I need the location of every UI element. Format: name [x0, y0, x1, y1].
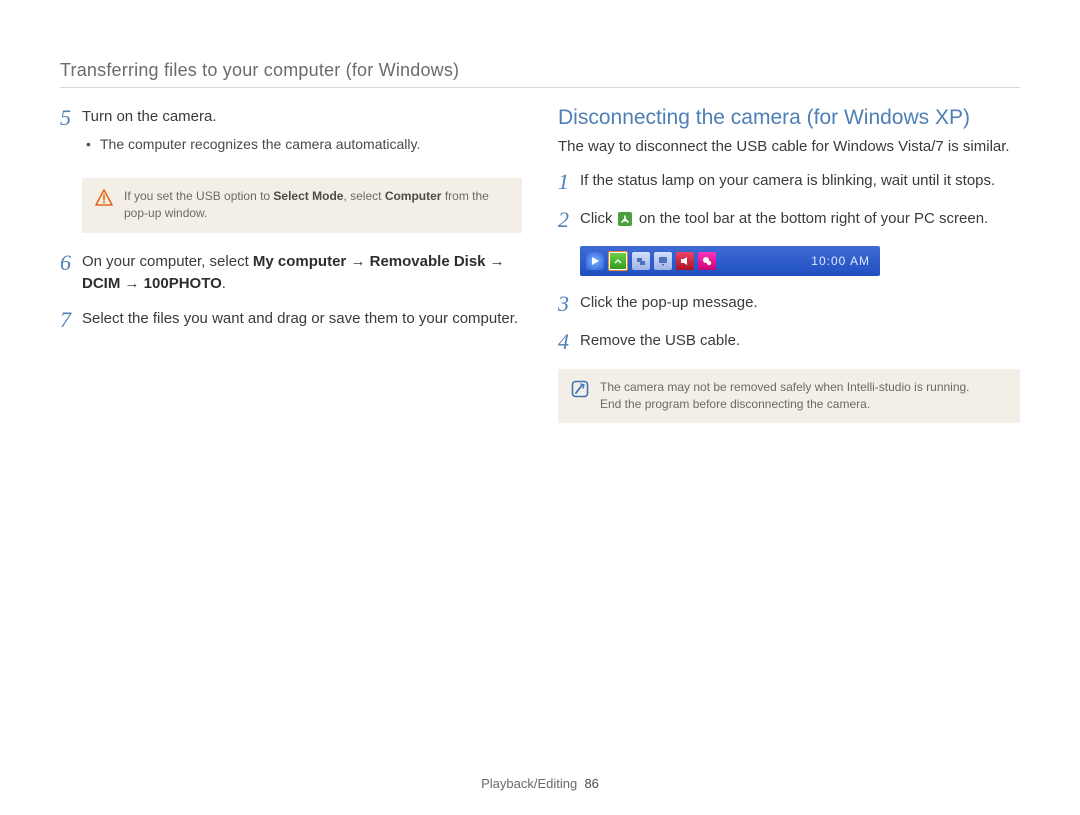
subsection-intro: The way to disconnect the USB cable for …	[558, 136, 1020, 158]
step-text: On your computer, select My computer → R…	[82, 251, 522, 295]
step-number: 1	[558, 170, 580, 194]
step-number: 6	[60, 251, 82, 275]
tray-misc-icon	[698, 252, 716, 270]
step-6-prefix: On your computer, select	[82, 253, 253, 270]
right-column: Disconnecting the camera (for Windows XP…	[558, 106, 1020, 441]
step-6-arrow-2: →	[486, 253, 505, 270]
step-5-bullet: The computer recognizes the camera autom…	[100, 134, 420, 154]
step-6-arrow-3: →	[120, 275, 143, 292]
step-text: Remove the USB cable.	[580, 330, 740, 352]
section-title: Transferring files to your computer (for…	[60, 60, 1020, 88]
step-7: 7 Select the files you want and drag or …	[60, 308, 522, 332]
step-3: 3 Click the pop-up message.	[558, 292, 1020, 316]
step-number: 5	[60, 106, 82, 130]
step-6-bold-1: My computer	[253, 253, 346, 270]
step-text: Select the files you want and drag or sa…	[82, 308, 518, 330]
tray-safely-remove-icon	[608, 251, 628, 271]
windows-taskbar-illustration: 10:00 AM	[580, 246, 880, 276]
taskbar-clock: 10:00 AM	[811, 254, 874, 268]
caution-mid: , select	[343, 189, 384, 203]
step-6-bold-4: 100PHOTO	[144, 275, 222, 292]
step-4: 4 Remove the USB cable.	[558, 330, 1020, 354]
tray-volume-icon	[676, 252, 694, 270]
step-6-bold-3: DCIM	[82, 275, 120, 292]
info-text: The camera may not be removed safely whe…	[600, 379, 970, 414]
step-text: If the status lamp on your camera is bli…	[580, 170, 995, 192]
step-2: 2 Click on the tool bar at the bottom ri…	[558, 208, 1020, 232]
caution-prefix: If you set the USB option to	[124, 189, 273, 203]
step-6-arrow-1: →	[346, 253, 369, 270]
step-number: 4	[558, 330, 580, 354]
tray-display-icon	[654, 252, 672, 270]
step-number: 2	[558, 208, 580, 232]
step-5-text: Turn on the camera.	[82, 108, 217, 125]
footer-section: Playback/Editing	[481, 776, 577, 791]
subsection-heading: Disconnecting the camera (for Windows XP…	[558, 106, 1020, 130]
safely-remove-hardware-icon	[617, 211, 635, 227]
step-text: Click the pop-up message.	[580, 292, 758, 314]
step-text: Turn on the camera. The computer recogni…	[82, 106, 420, 164]
step-6-bold-2: Removable Disk	[370, 253, 486, 270]
caution-icon	[94, 188, 114, 208]
caution-bold-1: Select Mode	[273, 189, 343, 203]
tray-start-icon	[586, 252, 604, 270]
step-number: 3	[558, 292, 580, 316]
info-note: The camera may not be removed safely whe…	[558, 369, 1020, 424]
step-text: Click on the tool bar at the bottom righ…	[580, 208, 988, 230]
info-icon	[570, 379, 590, 399]
caution-text: If you set the USB option to Select Mode…	[124, 188, 510, 223]
page-footer: Playback/Editing 86	[0, 776, 1080, 791]
tray-network-icon	[632, 252, 650, 270]
manual-page: Transferring files to your computer (for…	[0, 0, 1080, 815]
two-column-layout: 5 Turn on the camera. The computer recog…	[60, 106, 1020, 441]
step-1: 1 If the status lamp on your camera is b…	[558, 170, 1020, 194]
step-6: 6 On your computer, select My computer →…	[60, 251, 522, 295]
footer-page-number: 86	[584, 776, 598, 791]
info-line-1: The camera may not be removed safely whe…	[600, 380, 970, 394]
step-number: 7	[60, 308, 82, 332]
step-2-prefix: Click	[580, 210, 617, 227]
step-5-sublist: The computer recognizes the camera autom…	[82, 134, 420, 154]
left-column: 5 Turn on the camera. The computer recog…	[60, 106, 522, 441]
caution-note: If you set the USB option to Select Mode…	[82, 178, 522, 233]
step-6-period: .	[222, 275, 226, 292]
info-line-2: End the program before disconnecting the…	[600, 397, 870, 411]
step-5: 5 Turn on the camera. The computer recog…	[60, 106, 522, 164]
step-2-suffix: on the tool bar at the bottom right of y…	[635, 210, 989, 227]
caution-bold-2: Computer	[385, 189, 442, 203]
